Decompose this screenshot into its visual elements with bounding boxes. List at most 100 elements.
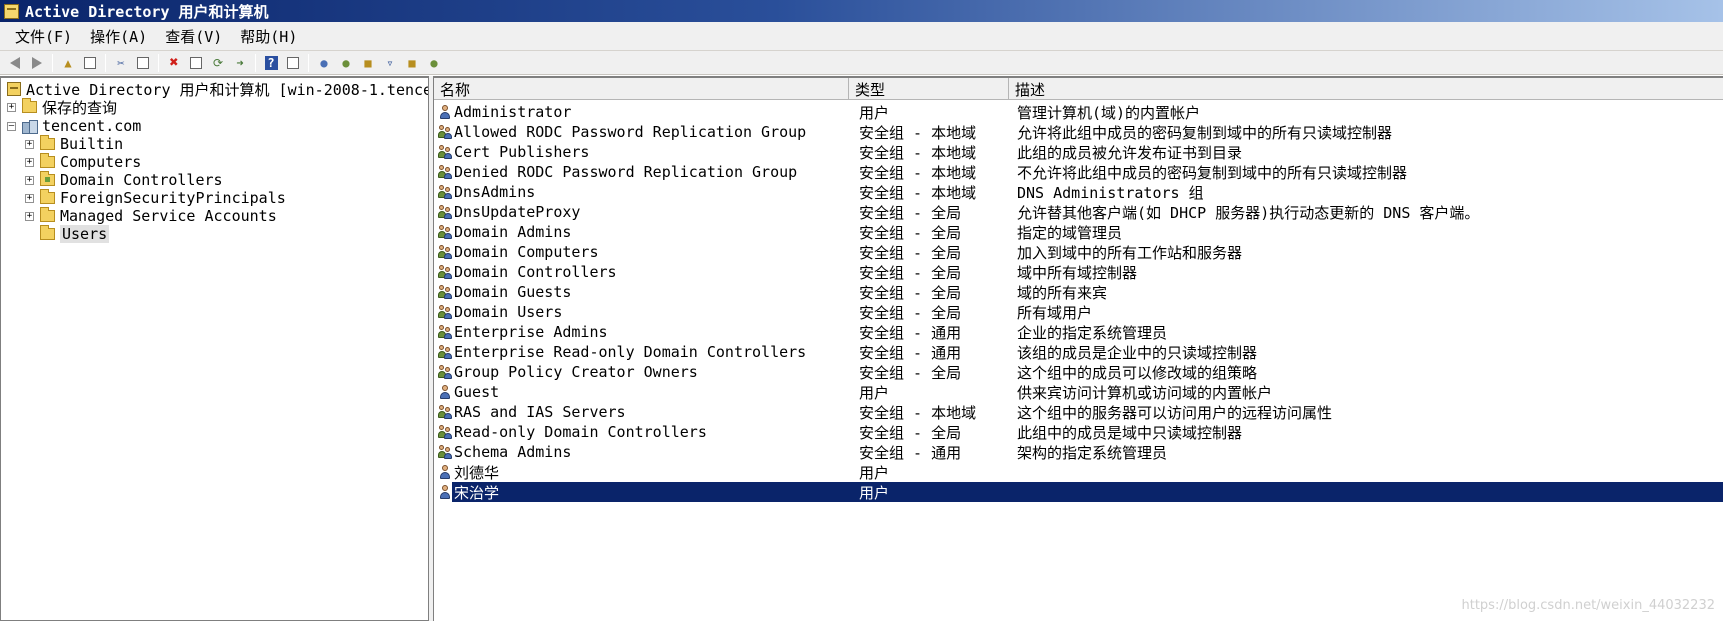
row-name: Domain Users (454, 303, 563, 321)
cell-description: 架构的指定系统管理员 (1017, 443, 1168, 462)
menu-file[interactable]: 文件(F) (6, 26, 81, 47)
table-row[interactable]: Domain Computers 安全组 - 全局 加入到域中的所有工作站和服务器 (434, 242, 1723, 262)
cut-button[interactable]: ✂ (112, 54, 130, 72)
refresh-button[interactable]: ⟳ (209, 54, 227, 72)
add-to-group-button[interactable]: ● (425, 54, 443, 72)
table-row[interactable]: Cert Publishers 安全组 - 本地域 此组的成员被允许发布证书到目录 (434, 142, 1723, 162)
cell-name: Denied RODC Password Replication Group (434, 162, 855, 182)
group-icon (438, 364, 452, 380)
cell-type: 安全组 - 本地域 (859, 123, 977, 142)
expand-icon[interactable]: + (7, 102, 16, 112)
tree-item-computers[interactable]: + Computers (25, 153, 141, 171)
table-row[interactable]: Read-only Domain Controllers 安全组 - 全局 此组中的… (434, 422, 1723, 442)
tree-item-domain[interactable]: – tencent.com (7, 117, 141, 135)
back-button[interactable] (6, 54, 24, 72)
group-icon (438, 204, 452, 220)
filter-icon: ▿ (386, 55, 394, 70)
tree-item-managed-service-accounts[interactable]: + Managed Service Accounts (25, 207, 277, 225)
cell-name: Domain Users (434, 302, 855, 322)
cell-name: 宋治学 (434, 482, 855, 502)
menu-view[interactable]: 查看(V) (156, 26, 231, 47)
cell-description: DNS Administrators 组 (1017, 183, 1204, 202)
copy-button[interactable] (134, 54, 152, 72)
find-button[interactable]: ■ (403, 54, 421, 72)
table-row[interactable]: 刘德华 用户 (434, 462, 1723, 482)
new-group-button[interactable]: ● (337, 54, 355, 72)
cell-name: Domain Admins (434, 222, 855, 242)
table-row[interactable]: DnsAdmins 安全组 - 本地域 DNS Administrators 组 (434, 182, 1723, 202)
menu-help[interactable]: 帮助(H) (231, 26, 306, 47)
help-button[interactable]: ? (262, 54, 280, 72)
expand-icon[interactable]: + (25, 193, 34, 203)
table-row[interactable]: Domain Controllers 安全组 - 全局 域中所有域控制器 (434, 262, 1723, 282)
table-row[interactable]: RAS and IAS Servers 安全组 - 本地域 这个组中的服务器可以访问… (434, 402, 1723, 422)
menu-action[interactable]: 操作(A) (81, 26, 156, 47)
column-header-name[interactable]: 名称 (434, 78, 849, 100)
table-row[interactable]: Schema Admins 安全组 - 通用 架构的指定系统管理员 (434, 442, 1723, 462)
tree-item-foreign-security-principals[interactable]: + ForeignSecurityPrincipals (25, 189, 286, 207)
delete-button[interactable]: ✖ (165, 54, 183, 72)
cell-name: Administrator (434, 102, 855, 122)
folder-icon (22, 98, 37, 113)
cell-name: Guest (434, 382, 855, 402)
table-row[interactable]: Domain Admins 安全组 - 全局 指定的域管理员 (434, 222, 1723, 242)
table-row[interactable]: Enterprise Admins 安全组 - 通用 企业的指定系统管理员 (434, 322, 1723, 342)
no-expander (25, 230, 34, 239)
show-tree-button[interactable] (81, 54, 99, 72)
column-header-type[interactable]: 类型 (849, 78, 1009, 100)
cell-type: 用户 (859, 103, 890, 122)
cell-type: 安全组 - 本地域 (859, 163, 977, 182)
console-tree: Active Directory 用户和计算机 [win-2008-1.tenc… (0, 76, 429, 621)
tree-label: Computers (60, 153, 142, 171)
table-row[interactable]: Domain Guests 安全组 - 全局 域的所有来宾 (434, 282, 1723, 302)
tree-item-builtin[interactable]: + Builtin (25, 135, 123, 153)
expand-icon[interactable]: + (25, 175, 34, 185)
export-button[interactable]: ➜ (231, 54, 249, 72)
cell-description: 管理计算机(域)的内置帐户 (1017, 103, 1201, 122)
filter-button[interactable]: ▿ (381, 54, 399, 72)
table-row[interactable]: DnsUpdateProxy 安全组 - 全局 允许替其他客户端(如 DHCP 服务… (434, 202, 1723, 222)
cell-type: 安全组 - 全局 (859, 223, 962, 242)
action-pane-button[interactable] (284, 54, 302, 72)
new-ou-button[interactable]: ■ (359, 54, 377, 72)
column-header-description[interactable]: 描述 (1009, 78, 1723, 100)
cell-name: Enterprise Admins (434, 322, 855, 342)
tree-item-domain-controllers[interactable]: + Domain Controllers (25, 171, 223, 189)
collapse-icon[interactable]: – (7, 121, 16, 131)
table-row[interactable]: Group Policy Creator Owners 安全组 - 全局 这个组中的… (434, 362, 1723, 382)
cell-description: 所有域用户 (1017, 303, 1093, 322)
forward-arrow-icon (32, 56, 42, 69)
tree-item-users[interactable]: Users (25, 225, 110, 243)
properties-button[interactable] (187, 54, 205, 72)
table-row[interactable]: Enterprise Read-only Domain Controllers 安… (434, 342, 1723, 362)
table-row[interactable]: Denied RODC Password Replication Group 安全… (434, 162, 1723, 182)
expand-icon[interactable]: + (25, 157, 34, 167)
up-level-button[interactable]: ▲ (59, 54, 77, 72)
table-row[interactable]: Guest 用户 供来宾访问计算机或访问域的内置帐户 (434, 382, 1723, 402)
help-icon: ? (264, 55, 278, 70)
cell-type: 用户 (859, 483, 890, 502)
new-ou-icon: ■ (364, 55, 372, 70)
console-tree-icon (84, 56, 96, 69)
cell-description: 允许替其他客户端(如 DHCP 服务器)执行动态更新的 DNS 客户端。 (1017, 203, 1480, 222)
expand-icon[interactable]: + (25, 139, 34, 149)
expand-icon[interactable]: + (25, 211, 34, 221)
forward-button[interactable] (28, 54, 46, 72)
table-row[interactable]: 宋治学 用户 (434, 482, 1723, 502)
table-row[interactable]: Domain Users 安全组 - 全局 所有域用户 (434, 302, 1723, 322)
group-icon (438, 404, 452, 420)
table-row[interactable]: Administrator 用户 管理计算机(域)的内置帐户 (434, 102, 1723, 122)
user-icon (438, 484, 452, 500)
cell-type: 用户 (859, 463, 890, 482)
table-row[interactable]: Allowed RODC Password Replication Group 安… (434, 122, 1723, 142)
cell-description: 此组的成员被允许发布证书到目录 (1017, 143, 1243, 162)
cell-type: 安全组 - 通用 (859, 323, 962, 342)
group-icon (438, 324, 452, 340)
tree-item-root[interactable]: Active Directory 用户和计算机 [win-2008-1.tenc… (7, 80, 428, 99)
new-user-button[interactable]: ● (315, 54, 333, 72)
cell-description: 域中所有域控制器 (1017, 263, 1138, 282)
tree-item-saved-queries[interactable]: + 保存的查询 (7, 98, 117, 117)
new-user-icon: ● (320, 55, 328, 70)
cell-description: 指定的域管理员 (1017, 223, 1123, 242)
row-name: 宋治学 (454, 483, 500, 502)
